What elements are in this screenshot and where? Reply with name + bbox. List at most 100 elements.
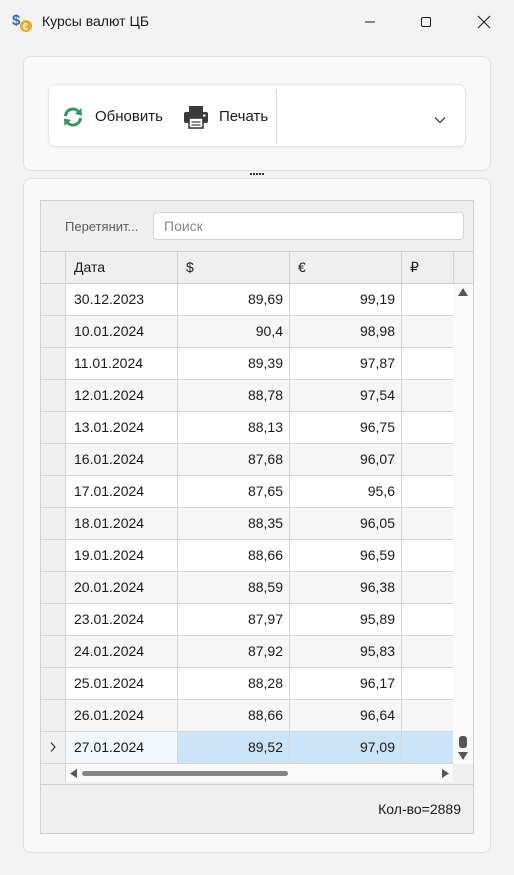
table-row[interactable]: 11.01.2024 89,39 97,87 (41, 348, 453, 380)
row-indicator[interactable] (41, 412, 66, 443)
cell-rub[interactable] (402, 700, 453, 731)
table-row[interactable]: 12.01.2024 88,78 97,54 (41, 380, 453, 412)
row-indicator[interactable] (41, 380, 66, 411)
cell-date[interactable]: 19.01.2024 (66, 540, 178, 571)
table-row[interactable]: 18.01.2024 88,35 96,05 (41, 508, 453, 540)
cell-rub[interactable] (402, 572, 453, 603)
cell-eur[interactable]: 95,6 (290, 476, 402, 507)
cell-date[interactable]: 17.01.2024 (66, 476, 178, 507)
cell-date[interactable]: 24.01.2024 (66, 636, 178, 667)
cell-date[interactable]: 18.01.2024 (66, 508, 178, 539)
table-row[interactable]: 17.01.2024 87,65 95,6 (41, 476, 453, 508)
cell-usd[interactable]: 87,68 (178, 444, 290, 475)
cell-usd[interactable]: 88,78 (178, 380, 290, 411)
cell-eur[interactable]: 95,83 (290, 636, 402, 667)
row-indicator[interactable] (41, 444, 66, 475)
cell-usd[interactable]: 87,92 (178, 636, 290, 667)
cell-rub[interactable] (402, 412, 453, 443)
cell-date[interactable]: 26.01.2024 (66, 700, 178, 731)
row-indicator[interactable] (41, 636, 66, 667)
cell-usd[interactable]: 88,35 (178, 508, 290, 539)
cell-rub[interactable] (402, 444, 453, 475)
column-header-rub[interactable]: ₽ (402, 252, 454, 283)
print-button[interactable]: Печать (183, 85, 268, 148)
cell-eur[interactable]: 97,87 (290, 348, 402, 379)
cell-rub[interactable] (402, 668, 453, 699)
cell-eur[interactable]: 95,89 (290, 604, 402, 635)
cell-rub[interactable] (402, 508, 453, 539)
cell-eur[interactable]: 96,17 (290, 668, 402, 699)
cell-date[interactable]: 10.01.2024 (66, 316, 178, 347)
cell-usd[interactable]: 88,59 (178, 572, 290, 603)
vertical-scrollbar[interactable] (453, 284, 473, 764)
cell-eur[interactable]: 96,05 (290, 508, 402, 539)
row-indicator[interactable] (41, 348, 66, 379)
cell-usd[interactable]: 89,69 (178, 284, 290, 315)
cell-rub[interactable] (402, 636, 453, 667)
table-row[interactable]: 13.01.2024 88,13 96,75 (41, 412, 453, 444)
row-indicator[interactable] (41, 284, 66, 315)
column-header-usd[interactable]: $ (178, 252, 290, 283)
cell-usd[interactable]: 88,66 (178, 540, 290, 571)
row-indicator[interactable] (41, 572, 66, 603)
table-row[interactable]: 24.01.2024 87,92 95,83 (41, 636, 453, 668)
table-row[interactable]: 10.01.2024 90,4 98,98 (41, 316, 453, 348)
table-row[interactable]: 30.12.2023 89,69 99,19 (41, 284, 453, 316)
cell-usd[interactable]: 88,28 (178, 668, 290, 699)
row-indicator[interactable] (41, 476, 66, 507)
cell-usd[interactable]: 88,13 (178, 412, 290, 443)
splitter-grip[interactable] (248, 171, 266, 177)
table-row[interactable]: 20.01.2024 88,59 96,38 (41, 572, 453, 604)
minimize-button[interactable] (341, 0, 399, 44)
cell-rub[interactable] (402, 348, 453, 379)
table-row[interactable]: 25.01.2024 88,28 96,17 (41, 668, 453, 700)
table-row[interactable]: 26.01.2024 88,66 96,64 (41, 700, 453, 732)
row-indicator[interactable] (41, 508, 66, 539)
row-indicator[interactable] (41, 540, 66, 571)
cell-eur[interactable]: 96,38 (290, 572, 402, 603)
cell-rub[interactable] (402, 316, 453, 347)
table-row[interactable]: 19.01.2024 88,66 96,59 (41, 540, 453, 572)
cell-date[interactable]: 23.01.2024 (66, 604, 178, 635)
cell-eur[interactable]: 96,64 (290, 700, 402, 731)
close-button[interactable] (455, 0, 513, 44)
cell-rub[interactable] (402, 732, 453, 763)
row-indicator[interactable] (41, 732, 66, 763)
cell-eur[interactable]: 98,98 (290, 316, 402, 347)
cell-usd[interactable]: 89,52 (178, 732, 290, 763)
table-row[interactable]: 23.01.2024 87,97 95,89 (41, 604, 453, 636)
cell-eur[interactable]: 97,09 (290, 732, 402, 763)
cell-date[interactable]: 16.01.2024 (66, 444, 178, 475)
cell-usd[interactable]: 90,4 (178, 316, 290, 347)
cell-date[interactable]: 11.01.2024 (66, 348, 178, 379)
cell-usd[interactable]: 87,97 (178, 604, 290, 635)
horizontal-scroll-thumb[interactable] (82, 771, 288, 776)
column-header-date[interactable]: Дата (66, 252, 178, 283)
cell-rub[interactable] (402, 476, 453, 507)
cell-eur[interactable]: 96,59 (290, 540, 402, 571)
row-indicator[interactable] (41, 604, 66, 635)
cell-eur[interactable]: 96,75 (290, 412, 402, 443)
cell-date[interactable]: 25.01.2024 (66, 668, 178, 699)
horizontal-scrollbar[interactable] (66, 764, 453, 782)
cell-usd[interactable]: 88,66 (178, 700, 290, 731)
cell-eur[interactable]: 97,54 (290, 380, 402, 411)
cell-date[interactable]: 12.01.2024 (66, 380, 178, 411)
row-indicator[interactable] (41, 668, 66, 699)
cell-usd[interactable]: 89,39 (178, 348, 290, 379)
table-row[interactable]: 16.01.2024 87,68 96,07 (41, 444, 453, 476)
cell-date[interactable]: 20.01.2024 (66, 572, 178, 603)
cell-date[interactable]: 27.01.2024 (66, 732, 178, 763)
cell-eur[interactable]: 96,07 (290, 444, 402, 475)
cell-rub[interactable] (402, 380, 453, 411)
cell-rub[interactable] (402, 604, 453, 635)
row-indicator[interactable] (41, 700, 66, 731)
cell-rub[interactable] (402, 284, 453, 315)
vertical-scroll-thumb[interactable] (459, 736, 467, 748)
cell-date[interactable]: 13.01.2024 (66, 412, 178, 443)
column-header-eur[interactable]: € (290, 252, 402, 283)
cell-date[interactable]: 30.12.2023 (66, 284, 178, 315)
cell-eur[interactable]: 99,19 (290, 284, 402, 315)
maximize-button[interactable] (397, 0, 455, 44)
ribbon-expand-button[interactable] (429, 109, 451, 131)
